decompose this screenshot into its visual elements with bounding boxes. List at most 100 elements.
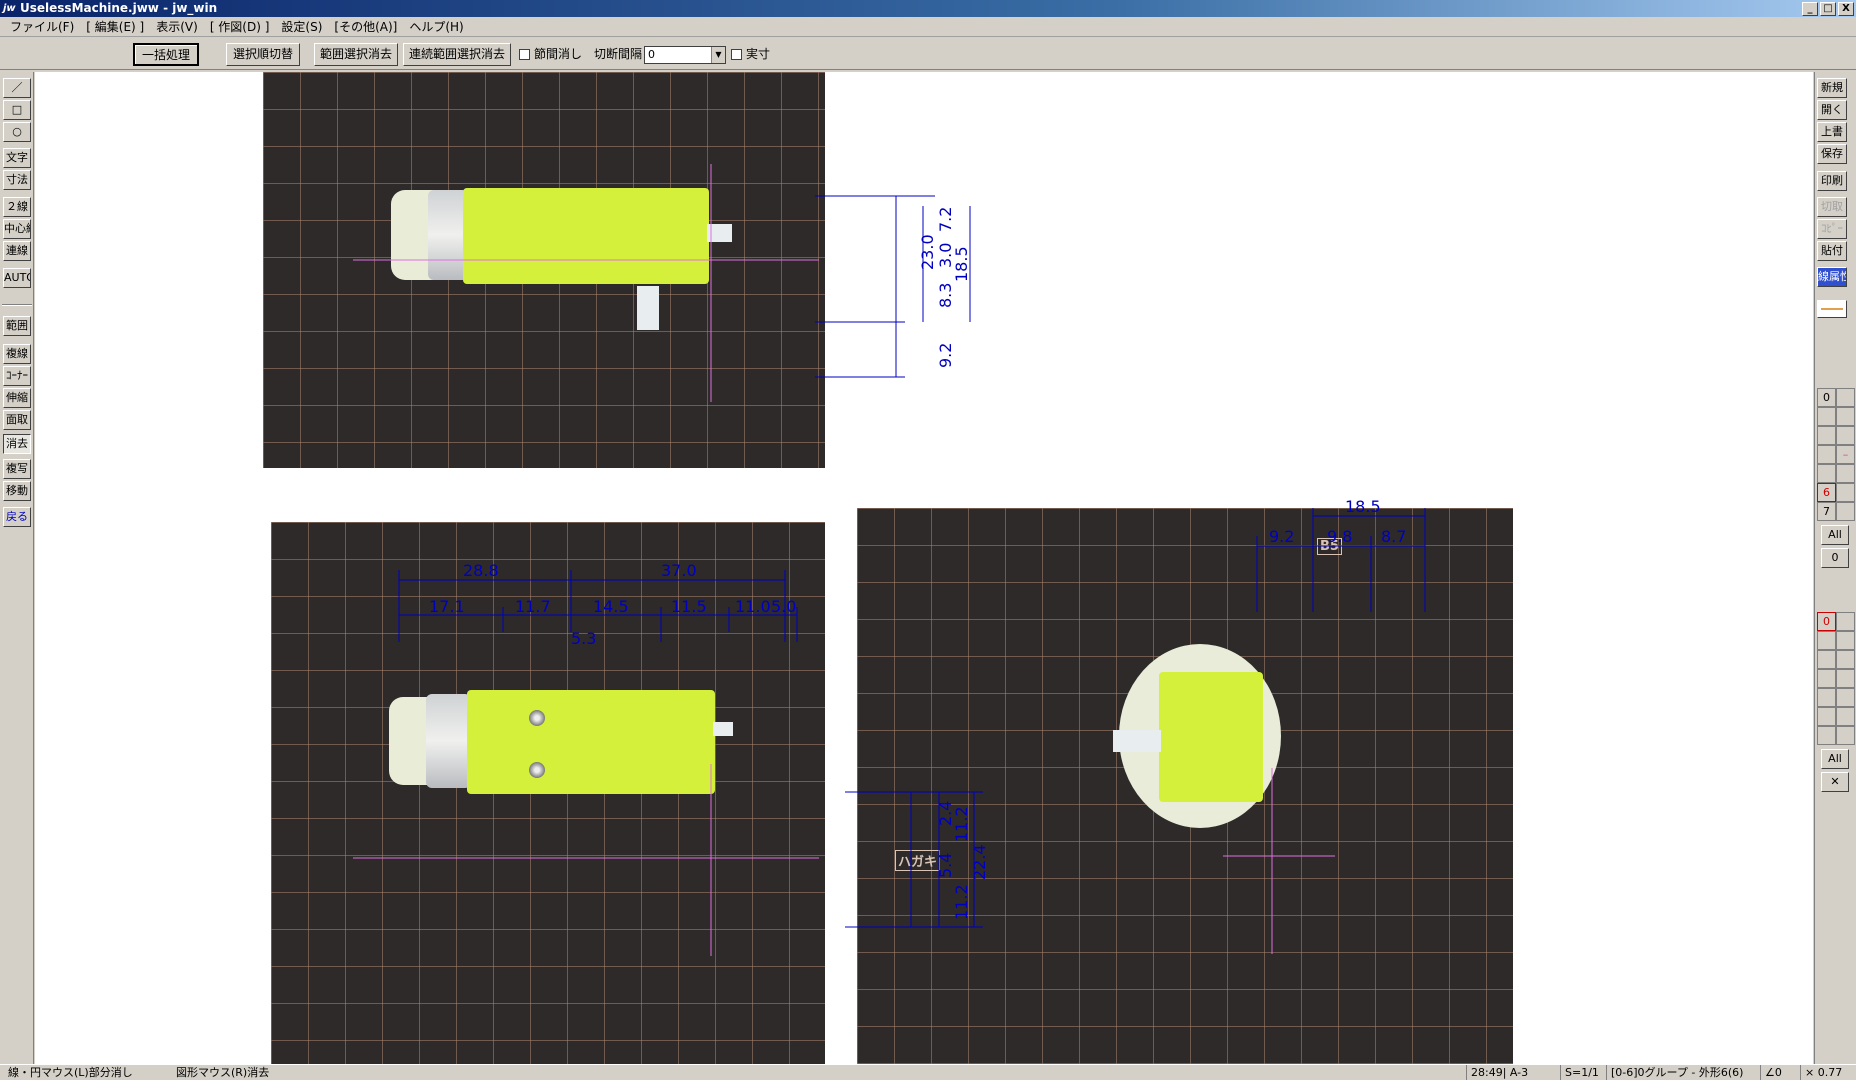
close-icon[interactable]: ✕ — [1821, 772, 1849, 792]
layer-cell[interactable] — [1836, 388, 1855, 407]
actual-size-checkbox[interactable] — [731, 49, 742, 60]
dim-label: 9.2 — [936, 343, 955, 368]
menu-edit[interactable]: [ 編集(E) ] — [80, 17, 150, 37]
chamfer-tool[interactable]: 面取 — [3, 410, 31, 430]
cut-interval-select[interactable]: 0 ▼ — [644, 46, 726, 64]
layer-cell[interactable] — [1836, 707, 1855, 726]
layer-cell[interactable] — [1836, 631, 1855, 650]
menu-settings[interactable]: 設定(S) — [275, 17, 328, 37]
layer-zero-button[interactable]: 0 — [1821, 548, 1849, 568]
dimension-tool[interactable]: 寸法 — [3, 170, 31, 190]
layer-cell[interactable] — [1817, 707, 1836, 726]
line-tool[interactable]: ／ — [3, 78, 31, 98]
layer-0-cell[interactable]: 0 — [1817, 388, 1836, 407]
layer-cell[interactable] — [1836, 669, 1855, 688]
layer-cell[interactable] — [1817, 669, 1836, 688]
maximize-button[interactable]: □ — [1820, 2, 1836, 16]
menu-draw[interactable]: [ 作図(D) ] — [204, 17, 276, 37]
dimension-lines — [398, 195, 1426, 928]
continuous-clear-button[interactable]: 連続範囲選択消去 — [403, 43, 511, 66]
multi-line-tool[interactable]: 複線 — [3, 344, 31, 364]
menu-other[interactable]: [その他(A)] — [328, 17, 403, 37]
copy-button[interactable]: ｺﾋﾟｰ — [1817, 219, 1847, 239]
layer-cell[interactable] — [1836, 502, 1855, 521]
status-angle[interactable]: ∠0 — [1760, 1065, 1800, 1080]
layer-grid-upper: 0 – 6 7 All 0 — [1817, 388, 1855, 584]
status-zoom[interactable]: × 0.77 — [1800, 1065, 1852, 1080]
layer-cell[interactable] — [1836, 483, 1855, 502]
range-clear-button[interactable]: 範囲選択消去 — [314, 43, 398, 66]
bulk-process-button[interactable]: 一括処理 — [133, 43, 199, 66]
drawing-canvas[interactable]: B5 ハガキ 23.0 7.2 8.3 3.0 18.5 9.2 28.8 37… — [35, 72, 1813, 1064]
overwrite-button[interactable]: 上書 — [1817, 122, 1847, 142]
dim-label: 8.3 — [936, 283, 955, 308]
layer-cell[interactable] — [1817, 464, 1836, 483]
layer-cell[interactable] — [1817, 445, 1836, 464]
layer-cell[interactable] — [1817, 426, 1836, 445]
status-layer-group[interactable]: [0-6]0グループ - 外形6(6) — [1606, 1065, 1756, 1080]
layer-6-cell[interactable]: 6 — [1817, 483, 1836, 502]
new-file-button[interactable]: 新規 — [1817, 78, 1847, 98]
dim-label: 18.5 — [1345, 497, 1381, 516]
layer-cell[interactable] — [1817, 650, 1836, 669]
layer-cell[interactable] — [1836, 688, 1855, 707]
erase-tool[interactable]: 消去 — [3, 434, 31, 454]
layer-cell[interactable] — [1836, 426, 1855, 445]
layer-cell[interactable] — [1836, 407, 1855, 426]
layer-cell[interactable]: – — [1836, 445, 1855, 464]
cut-button[interactable]: 切取 — [1817, 197, 1847, 217]
print-button[interactable]: 印刷 — [1817, 171, 1847, 191]
title-bar: jw UselessMachine.jww - jw_win _ □ X — [0, 0, 1856, 17]
status-scale[interactable]: S=1/1 — [1560, 1065, 1612, 1080]
circle-tool[interactable]: ○ — [3, 122, 31, 142]
close-button[interactable]: X — [1838, 2, 1854, 16]
double-line-tool[interactable]: ２線 — [3, 197, 31, 217]
layer-cell[interactable] — [1817, 631, 1836, 650]
stretch-tool[interactable]: 伸縮 — [3, 388, 31, 408]
line-type-swatch[interactable] — [1817, 300, 1847, 318]
undo-tool[interactable]: 戻る — [3, 507, 31, 527]
chevron-down-icon[interactable]: ▼ — [711, 47, 725, 63]
move-tool[interactable]: 移動 — [3, 481, 31, 501]
menu-help[interactable]: ヘルプ(H) — [403, 17, 469, 37]
layer-cell[interactable] — [1836, 650, 1855, 669]
group-0-cell[interactable]: 0 — [1817, 612, 1836, 631]
layer-cell[interactable] — [1836, 464, 1855, 483]
minimize-button[interactable]: _ — [1802, 2, 1818, 16]
dim-label: 11.0 — [735, 597, 771, 616]
text-tool[interactable]: 文字 — [3, 148, 31, 168]
dim-label: 11.2 — [952, 884, 971, 920]
window-controls: _ □ X — [1802, 2, 1854, 16]
layer-cell[interactable] — [1836, 726, 1855, 745]
crosshairs — [353, 164, 1335, 956]
open-file-button[interactable]: 開く — [1817, 100, 1847, 120]
node-clear-checkbox[interactable] — [519, 49, 530, 60]
save-button[interactable]: 保存 — [1817, 144, 1847, 164]
copy-tool[interactable]: 複写 — [3, 459, 31, 479]
layer-cell[interactable] — [1817, 688, 1836, 707]
range-tool[interactable]: 範囲 — [3, 316, 31, 336]
rect-tool[interactable]: □ — [3, 100, 31, 120]
dim-label: 37.0 — [661, 561, 697, 580]
layer-cell[interactable] — [1817, 726, 1836, 745]
menu-file[interactable]: ファイル(F) — [4, 17, 80, 37]
status-bar: 線・円マウス(L)部分消し 図形マウス(R)消去 28:49| A-3 S=1/… — [0, 1064, 1856, 1080]
layer-cell[interactable] — [1836, 612, 1855, 631]
continuous-line-tool[interactable]: 連線 — [3, 241, 31, 261]
auto-tool[interactable]: AUTO — [3, 268, 31, 288]
dim-label: 22.4 — [970, 844, 989, 880]
line-attribute-button[interactable]: 線属性 — [1817, 267, 1847, 287]
layer-cell[interactable] — [1817, 407, 1836, 426]
center-line-tool[interactable]: 中心線 — [3, 219, 31, 239]
menu-view[interactable]: 表示(V) — [150, 17, 204, 37]
layer-all-button[interactable]: All — [1821, 525, 1849, 545]
layer-7-cell[interactable]: 7 — [1817, 502, 1836, 521]
corner-tool[interactable]: ｺｰﾅｰ — [3, 366, 31, 386]
right-tool-palette: 新規 開く 上書 保存 印刷 切取 ｺﾋﾟｰ 貼付 線属性 0 – 6 7 Al… — [1814, 72, 1856, 1065]
status-paper-size[interactable]: 28:49| A-3 — [1466, 1065, 1556, 1080]
paste-button[interactable]: 貼付 — [1817, 241, 1847, 261]
select-order-button[interactable]: 選択順切替 — [226, 43, 300, 66]
dim-label: 11.7 — [515, 597, 551, 616]
group-all-button[interactable]: All — [1821, 749, 1849, 769]
dim-label: 9.2 — [1269, 527, 1294, 546]
